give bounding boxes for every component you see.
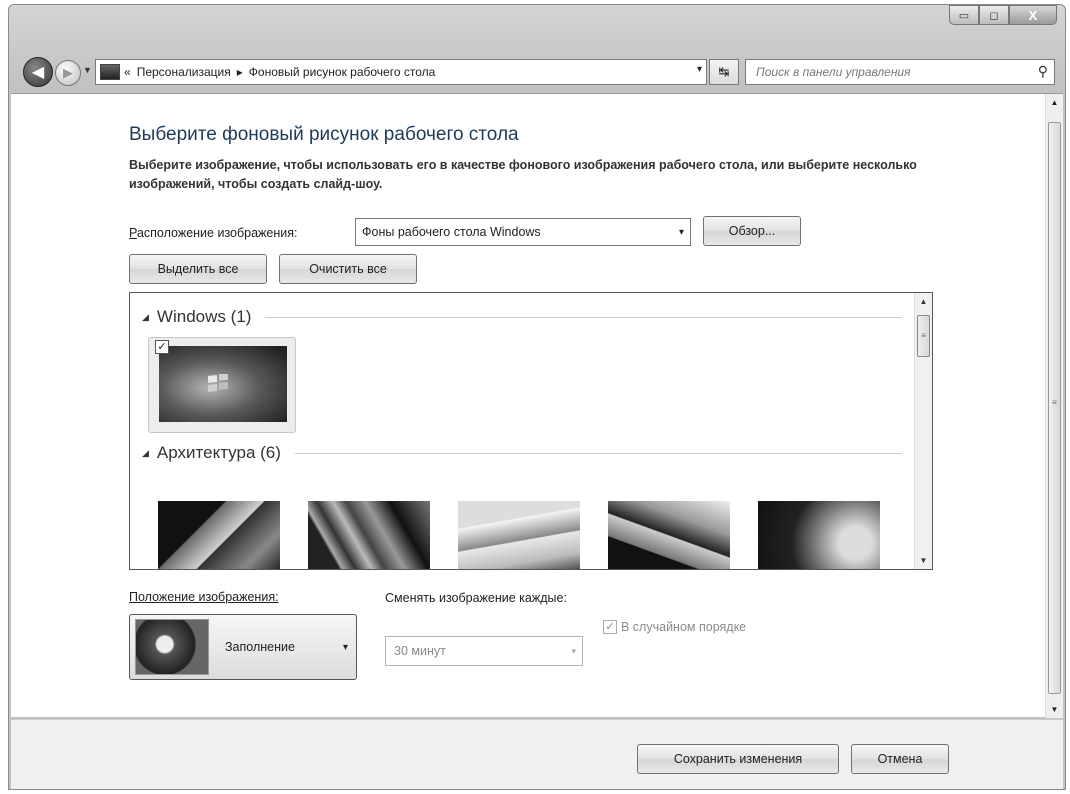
shuffle-label: В случайном порядке [621,620,747,634]
scroll-down-icon[interactable]: ▼ [915,552,932,569]
scroll-up-icon[interactable]: ▲ [1046,94,1063,111]
main-scrollbar[interactable]: ▲ ≡ ▼ [1045,94,1063,718]
page-title: Выберите фоновый рисунок рабочего стола [129,124,519,145]
recent-pages-button[interactable]: ▼ [83,65,92,75]
wallpaper-thumbnail-architecture-5[interactable] [758,501,880,569]
windows-logo-icon [207,372,229,399]
browse-button[interactable]: Обзор... [703,216,801,246]
close-button[interactable]: X [1009,5,1057,25]
chevron-down-icon: ▾ [342,641,348,653]
minimize-button[interactable]: ▭ [949,5,979,25]
refresh-icon: ↹ [718,64,730,79]
search-placeholder: Поиск в панели управления [756,65,911,79]
chevron-down-icon: ▾ [678,226,684,238]
picture-position-label-text: Положение изображения: [129,590,279,604]
gallery-scrollbar[interactable]: ▲ ≡ ▼ [914,293,932,569]
accelerator-key: Р [129,226,137,240]
clear-all-button[interactable]: Очистить все [279,254,417,284]
control-panel-window: ▭ ◻ X ◀ ▶ ▼ « Персонализация ▸ Фоновый р… [8,4,1066,790]
address-bar[interactable]: « Персонализация ▸ Фоновый рисунок рабоч… [95,59,707,85]
navigation-bar: ◀ ▶ ▼ « Персонализация ▸ Фоновый рисунок… [23,57,1063,87]
back-button[interactable]: ◀ [23,57,53,87]
wallpaper-thumbnail-windows[interactable]: ✓ [148,337,296,433]
select-all-button[interactable]: Выделить все [129,254,267,284]
breadcrumb-item-desktop-background[interactable]: Фоновый рисунок рабочего стола [249,65,436,79]
change-interval-label: Сменять изображение каждые: [385,591,567,605]
forward-button[interactable]: ▶ [55,60,81,86]
chevron-down-icon: ▾ [571,645,576,656]
change-interval-select[interactable]: 30 минут ▾ [385,636,583,666]
group-label-windows: Windows (1) [156,307,252,326]
wallpaper-checkbox[interactable]: ✓ [155,340,169,354]
group-header-windows[interactable]: ◢ Windows (1) [142,307,902,327]
scroll-thumb[interactable]: ≡ [917,315,930,357]
scroll-up-icon[interactable]: ▲ [915,293,932,310]
group-header-architecture[interactable]: ◢ Архитектура (6) [142,443,902,463]
wallpaper-thumbnail-architecture-1[interactable] [158,501,280,569]
shuffle-checkbox[interactable]: ✓ В случайном порядке [603,620,746,634]
picture-location-label-text: асположение изображения: [136,226,298,240]
address-dropdown-icon[interactable]: ▾ [697,64,702,75]
dialog-footer: Сохранить изменения Отмена [11,719,1063,789]
cancel-button[interactable]: Отмена [851,744,949,774]
back-arrow-icon: ◀ [31,64,45,81]
scroll-thumb[interactable]: ≡ [1048,122,1061,694]
collapse-icon[interactable]: ◢ [142,448,149,459]
forward-arrow-icon: ▶ [63,65,73,80]
picture-position-value: Заполнение [225,640,295,654]
content-area: Выберите фоновый рисунок рабочего стола … [11,93,1063,718]
wallpaper-thumbnail-architecture-3[interactable] [458,501,580,569]
group-divider [294,452,902,454]
group-label-architecture: Архитектура (6) [156,443,281,462]
picture-position-select[interactable]: Заполнение ▾ [129,614,357,680]
collapse-icon[interactable]: ◢ [142,312,149,323]
position-preview-image [135,619,209,675]
refresh-button[interactable]: ↹ [709,59,739,85]
picture-position-label: Положение изображения: [129,590,279,604]
group-divider [265,316,902,318]
picture-location-label: Расположение изображения: [129,226,297,240]
wallpaper-thumbnail-architecture-4[interactable] [608,501,730,569]
page-description: Выберите изображение, чтобы использовать… [129,158,917,191]
search-icon[interactable]: ⚲ [1038,63,1048,80]
wallpaper-gallery: ◢ Windows (1) ✓ ◢ Архитектура (6) ▲ ≡ ▼ [129,292,933,570]
save-changes-button[interactable]: Сохранить изменения [637,744,839,774]
breadcrumb-separator-icon[interactable]: ▸ [237,65,243,79]
shuffle-checkbox-box[interactable]: ✓ [603,620,617,634]
maximize-button[interactable]: ◻ [979,5,1009,25]
breadcrumb-item-personalization[interactable]: Персонализация [137,65,231,79]
caption-buttons: ▭ ◻ X [949,5,1057,25]
change-interval-value: 30 минут [394,644,446,658]
search-input[interactable]: Поиск в панели управления ⚲ [745,59,1055,85]
wallpaper-thumbnail-architecture-2[interactable] [308,501,430,569]
control-panel-icon [100,64,120,80]
breadcrumb-overflow[interactable]: « [124,65,131,79]
scroll-down-icon[interactable]: ▼ [1046,701,1063,718]
picture-location-select[interactable]: Фоны рабочего стола Windows ▾ [355,218,691,246]
picture-location-value: Фоны рабочего стола Windows [362,225,541,239]
